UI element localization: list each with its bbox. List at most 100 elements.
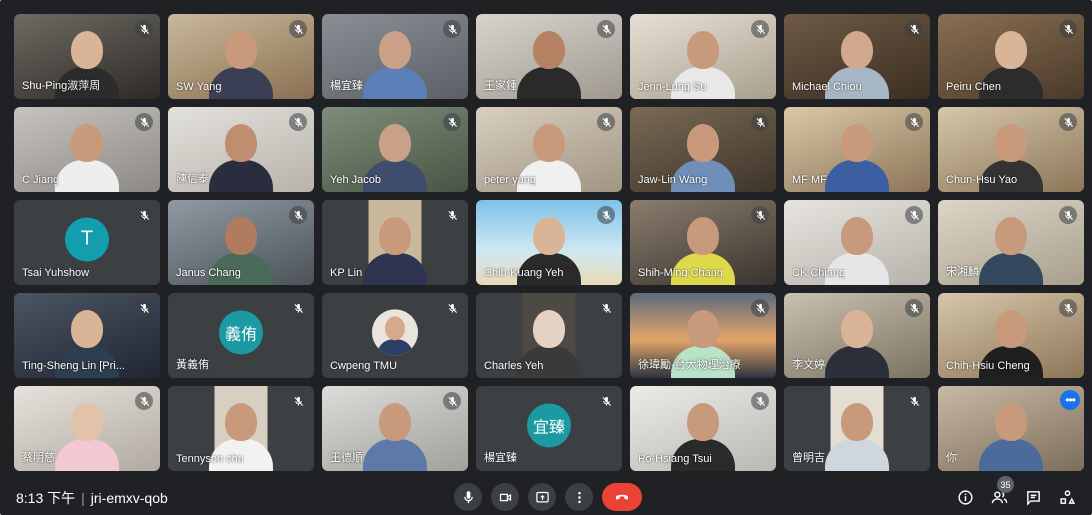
participant-tile[interactable]: 曾明吉 [784, 386, 930, 471]
participant-tile[interactable]: Po-Hsiang Tsui [630, 386, 776, 471]
mic-off-icon [905, 299, 923, 317]
mic-off-icon [1059, 299, 1077, 317]
mic-off-icon [597, 206, 615, 224]
end-call-icon [616, 494, 628, 500]
participant-tile[interactable]: 宜臻 楊宜臻 [476, 386, 622, 471]
participant-tile[interactable]: Janus Chang [168, 200, 314, 285]
mic-off-icon [443, 20, 461, 38]
meeting-time: 8:13 下午 [16, 490, 76, 506]
mic-off-icon [135, 113, 153, 131]
participant-tile[interactable]: 王家鍾 [476, 14, 622, 99]
participant-avatar: 義侑 [219, 309, 263, 354]
participant-tile[interactable]: 徐瑋勵-台大物理治療 [630, 293, 776, 378]
participant-tile[interactable]: 李文婷 [784, 293, 930, 378]
present-button[interactable] [528, 483, 556, 511]
mic-off-icon [443, 299, 461, 317]
mic-off-icon [597, 299, 615, 317]
participant-name: 蔡明慈 [22, 452, 55, 464]
participant-name: Shih-Ming Chang [638, 267, 723, 279]
mic-off-icon [751, 113, 769, 131]
participant-video [979, 211, 1043, 285]
participant-tile[interactable]: Tennyson chu [168, 386, 314, 471]
participant-tile[interactable]: SW Yang [168, 14, 314, 99]
participant-tile[interactable]: 王德順 [322, 386, 468, 471]
participant-photo-avatar [372, 308, 418, 355]
participant-name: 王家鍾 [484, 80, 517, 92]
participant-tile[interactable]: Michael Chiou [784, 14, 930, 99]
participant-tile[interactable]: Shu-Ping淑萍周 [14, 14, 160, 99]
participant-tile[interactable]: Shih-Ming Chang [630, 200, 776, 285]
participant-name: 黃義侑 [176, 359, 209, 371]
mic-off-icon [905, 113, 923, 131]
participant-name: Po-Hsiang Tsui [638, 453, 712, 465]
participant-name: Charles Yeh [484, 360, 544, 372]
participant-video [55, 397, 119, 471]
participant-name: Tennyson chu [176, 453, 244, 465]
participant-tile[interactable]: Cwpeng TMU [322, 293, 468, 378]
participant-name: 李文婷 [792, 359, 825, 371]
participant-name: 楊宜臻 [484, 452, 517, 464]
participant-name: peter yang [484, 174, 536, 186]
participant-tile[interactable]: T Tsai Yuhshow [14, 200, 160, 285]
participant-tile[interactable]: 楊宜臻 [322, 14, 468, 99]
mic-off-icon [1059, 113, 1077, 131]
participant-tile[interactable]: 你 ••• [938, 386, 1084, 471]
mic-button[interactable] [454, 483, 482, 511]
participant-tile[interactable]: Jaw-Lin Wang [630, 107, 776, 192]
camera-button[interactable] [491, 483, 519, 511]
tile-options-icon[interactable]: ••• [1060, 390, 1080, 410]
mic-off-icon [443, 206, 461, 224]
participant-tile[interactable]: KP Lin [322, 200, 468, 285]
participant-name: KP Lin [330, 267, 363, 279]
info-icon [957, 489, 973, 505]
mic-off-icon [751, 20, 769, 38]
participant-name: 王德順 [330, 452, 363, 464]
participant-tile[interactable]: peter yang [476, 107, 622, 192]
participant-video [209, 118, 273, 192]
camera-icon [499, 493, 511, 501]
mic-off-icon [751, 392, 769, 410]
participant-video [517, 25, 581, 99]
participant-tile[interactable]: Charles Yeh [476, 293, 622, 378]
participant-tile[interactable]: Peiru Chen [938, 14, 1084, 99]
participant-video [825, 304, 889, 378]
chat-button[interactable] [1021, 485, 1045, 509]
participant-name: Janus Chang [176, 267, 241, 279]
participant-tile[interactable]: Chun-Hsu Yao [938, 107, 1084, 192]
end-call-button[interactable] [602, 483, 642, 511]
participant-tile[interactable]: 陳信泰 [168, 107, 314, 192]
participant-tile[interactable]: C Jiang [14, 107, 160, 192]
meeting-info-button[interactable] [953, 485, 977, 509]
participant-name: Chih-Hsiu Cheng [946, 360, 1030, 372]
meeting-code: jri-emxv-qob [90, 490, 168, 506]
participant-tile[interactable]: 義侑 黃義侑 [168, 293, 314, 378]
participant-name: Jenn-Lung Su [638, 81, 707, 93]
participant-name: Peiru Chen [946, 81, 1002, 93]
participant-tile[interactable]: Jenn-Lung Su [630, 14, 776, 99]
participant-avatar: T [65, 216, 109, 261]
participant-tile[interactable]: Ting-Sheng Lin [Pri... [14, 293, 160, 378]
participant-name: Michael Chiou [792, 81, 862, 93]
participant-name: CK Chiang [792, 267, 846, 279]
participant-video [55, 118, 119, 192]
participant-video [363, 397, 427, 471]
participant-video [825, 397, 889, 471]
more-vert-icon [577, 491, 581, 503]
participant-tile[interactable]: MF MF [784, 107, 930, 192]
participant-tile[interactable]: 宋湘麟 [938, 200, 1084, 285]
participant-name: 楊宜臻 [330, 80, 363, 92]
participant-tile[interactable]: CK Chiang [784, 200, 930, 285]
participant-name: 宋湘麟 [946, 266, 979, 278]
mic-off-icon [1059, 206, 1077, 224]
mic-off-icon [751, 206, 769, 224]
more-options-button[interactable] [565, 483, 593, 511]
mic-off-icon [443, 392, 461, 410]
participant-tile[interactable]: Chih-Hsiu Cheng [938, 293, 1084, 378]
participant-tile[interactable]: Yeh Jacob [322, 107, 468, 192]
activities-button[interactable] [1055, 485, 1079, 509]
participant-name: Cwpeng TMU [330, 360, 398, 372]
participant-name: Shu-Ping淑萍周 [22, 80, 101, 92]
participant-tile[interactable]: 蔡明慈 [14, 386, 160, 471]
participant-tile[interactable]: Chih-Kuang Yeh [476, 200, 622, 285]
participant-name: Tsai Yuhshow [22, 267, 90, 279]
